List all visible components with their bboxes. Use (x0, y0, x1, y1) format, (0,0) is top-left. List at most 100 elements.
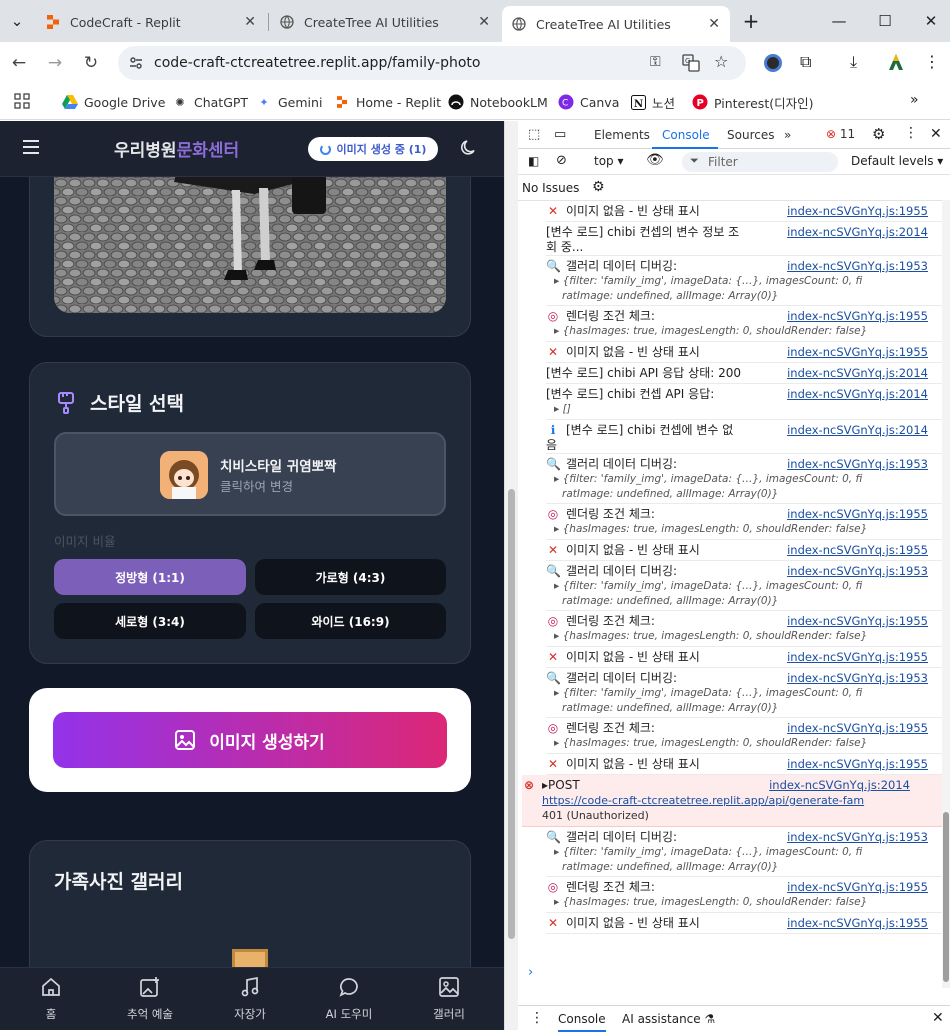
profile-icon[interactable] (886, 52, 906, 75)
drawer-menu-icon[interactable]: ⋮ (530, 1010, 544, 1026)
console-prompt-icon[interactable]: › (528, 965, 533, 980)
browser-tab-3-active[interactable]: CreateTree AI Utilities ✕ (502, 6, 730, 42)
log-source-link[interactable]: index-ncSVGnYq.js:1955 (787, 543, 928, 558)
console-log-row[interactable]: ✕ 이미지 없음 - 빈 상태 표시 index-ncSVGnYq.js:1955 (546, 913, 942, 934)
dark-mode-moon-icon[interactable] (460, 139, 478, 160)
menu-kebab-icon[interactable]: ⋮ (924, 52, 940, 71)
generate-image-button[interactable]: 이미지 생성하기 (53, 712, 447, 768)
more-tabs-icon[interactable]: » (784, 128, 791, 142)
close-tab-icon[interactable]: ✕ (244, 14, 256, 30)
reload-button[interactable]: ↻ (78, 50, 104, 76)
bookmark-pinterest[interactable]: P Pinterest(디자인) (692, 92, 813, 112)
translate-icon[interactable]: G (682, 54, 700, 75)
console-log-row[interactable]: [변수 로드] chibi API 응답 상태: 200 index-ncSVGn… (546, 363, 942, 384)
ratio-landscape-button[interactable]: 가로형 (4:3) (255, 559, 446, 595)
bookmark-google-drive[interactable]: Google Drive (62, 92, 165, 112)
ratio-wide-button[interactable]: 와이드 (16:9) (255, 603, 446, 639)
error-counter[interactable]: ⊗ 11 (826, 127, 855, 141)
clear-console-icon[interactable]: ⊘ (556, 153, 567, 168)
bookmark-replit[interactable]: Home - Replit (334, 92, 441, 112)
inspect-element-icon[interactable]: ⬚ (528, 127, 540, 142)
context-selector[interactable]: top ▾ (594, 154, 624, 168)
style-selector-button[interactable]: 치비스타일 귀염뽀짝 클릭하여 변경 (54, 432, 446, 516)
log-detail[interactable]: https://code-craft-ctcreatetree.replit.a… (542, 793, 864, 808)
log-source-link[interactable]: index-ncSVGnYq.js:1955 (787, 204, 928, 219)
bookmark-chatgpt[interactable]: ✺ ChatGPT (172, 92, 248, 112)
generation-status-badge[interactable]: 이미지 생성 중 (1) (308, 137, 438, 161)
tab-sources[interactable]: Sources (727, 128, 774, 142)
tab-elements[interactable]: Elements (594, 128, 650, 142)
console-log-row[interactable]: 🔍 갤러리 데이터 디버깅: index-ncSVGnYq.js:1953 ▸ {fi… (546, 454, 942, 504)
log-source-link[interactable]: index-ncSVGnYq.js:1955 (787, 614, 928, 629)
console-log-row[interactable]: ◎ 렌더링 조건 체크: index-ncSVGnYq.js:1955 ▸ {hasI… (546, 877, 942, 913)
log-detail[interactable]: ▸ {filter: 'family_img', imageData: {…},… (554, 579, 862, 594)
extensions-puzzle-icon[interactable]: ⧉ (800, 52, 811, 72)
nav-memory-art[interactable]: 추억 예술 (105, 976, 195, 1022)
console-scrollbar[interactable] (942, 200, 950, 988)
log-detail[interactable]: ▸ {filter: 'family_img', imageData: {…},… (554, 472, 862, 487)
log-source-link[interactable]: index-ncSVGnYq.js:1955 (787, 309, 928, 324)
log-detail[interactable]: ▸ {filter: 'family_img', imageData: {…},… (554, 274, 862, 289)
log-detail[interactable]: ▸ {hasImages: true, imagesLength: 0, sho… (554, 895, 867, 910)
console-log-row[interactable]: ✕ 이미지 없음 - 빈 상태 표시 index-ncSVGnYq.js:1955 (546, 342, 942, 363)
log-levels-dropdown[interactable]: Default levels ▾ (851, 154, 943, 168)
back-button[interactable]: ← (6, 50, 32, 76)
page-scrollbar[interactable] (504, 121, 518, 1030)
log-detail[interactable]: ▸ {hasImages: true, imagesLength: 0, sho… (554, 522, 867, 537)
nav-gallery[interactable]: 갤러리 (404, 976, 494, 1022)
close-drawer-icon[interactable]: ✕ (932, 1010, 944, 1026)
bookmark-canva[interactable]: C Canva (558, 92, 619, 112)
close-tab-icon[interactable]: ✕ (478, 14, 490, 30)
console-log-row[interactable]: ✕ 이미지 없음 - 빈 상태 표시 index-ncSVGnYq.js:1955 (546, 647, 942, 668)
ratio-portrait-button[interactable]: 세로형 (3:4) (54, 603, 246, 639)
console-log-row[interactable]: 🔍 갤러리 데이터 디버깅: index-ncSVGnYq.js:1953 ▸ {fi… (546, 561, 942, 611)
new-tab-button[interactable]: + (736, 8, 766, 34)
nav-home[interactable]: 홈 (6, 976, 96, 1022)
console-log-row[interactable]: 🔍 갤러리 데이터 디버깅: index-ncSVGnYq.js:1953 ▸ {fi… (546, 256, 942, 306)
log-source-link[interactable]: index-ncSVGnYq.js:1953 (787, 259, 928, 274)
log-detail[interactable]: ▸ [] (554, 402, 571, 417)
console-error-row[interactable]: ⊗ ▸POST index-ncSVGnYq.js:2014 https://code… (522, 775, 942, 827)
bookmark-notion[interactable]: N 노션 (630, 92, 675, 112)
drawer-tab-ai-assistance[interactable]: AI assistance ⚗ (622, 1012, 715, 1026)
minimize-button[interactable]: — (824, 8, 854, 34)
maximize-button[interactable]: ☐ (870, 8, 900, 34)
address-bar[interactable]: code-craft-ctcreatetree.replit.app/famil… (118, 46, 746, 80)
console-log-row[interactable]: 🔍 갤러리 데이터 디버깅: index-ncSVGnYq.js:1953 ▸ {fi… (546, 827, 942, 877)
device-toolbar-icon[interactable]: ▭ (554, 127, 566, 142)
eye-icon[interactable]: 👁 (646, 152, 664, 168)
download-icon[interactable]: ⤓ (850, 52, 857, 72)
log-detail[interactable]: ▸ {filter: 'family_img', imageData: {…},… (554, 686, 862, 701)
log-source-link[interactable]: index-ncSVGnYq.js:2014 (769, 778, 910, 793)
bookmark-notebooklm[interactable]: NotebookLM (448, 92, 548, 112)
log-detail[interactable]: ▸ {hasImages: true, imagesLength: 0, sho… (554, 736, 867, 751)
console-scrollbar-thumb[interactable] (943, 812, 949, 982)
bookmark-star-icon[interactable]: ☆ (714, 52, 728, 71)
console-log-row[interactable]: ✕ 이미지 없음 - 빈 상태 표시 index-ncSVGnYq.js:1955 (546, 201, 942, 222)
log-source-link[interactable]: index-ncSVGnYq.js:1955 (787, 650, 928, 665)
log-source-link[interactable]: index-ncSVGnYq.js:2014 (787, 387, 928, 402)
browser-tab-1[interactable]: CodeCraft - Replit ✕ (36, 6, 266, 38)
log-source-link[interactable]: index-ncSVGnYq.js:1955 (787, 757, 928, 772)
log-detail[interactable]: ▸ {filter: 'family_img', imageData: {…},… (554, 845, 862, 860)
bookmark-gemini[interactable]: ✦ Gemini (256, 92, 322, 112)
log-source-link[interactable]: index-ncSVGnYq.js:1955 (787, 721, 928, 736)
forward-button[interactable]: → (42, 50, 68, 76)
close-tab-icon[interactable]: ✕ (708, 16, 720, 32)
log-source-link[interactable]: index-ncSVGnYq.js:1953 (787, 830, 928, 845)
extension-icon[interactable] (764, 54, 782, 72)
nav-ai-helper[interactable]: AI 도우미 (304, 976, 394, 1022)
apps-grid-icon[interactable] (14, 93, 30, 112)
hamburger-menu-icon[interactable] (22, 139, 40, 158)
console-log-row[interactable]: ✕ 이미지 없음 - 빈 상태 표시 index-ncSVGnYq.js:1955 (546, 540, 942, 561)
ratio-square-button[interactable]: 정방형 (1:1) (54, 559, 246, 595)
console-log-row[interactable]: ℹ [변수 로드] chibi 컨셉에 변수 없 음 index-ncSVGnYq.j… (546, 420, 942, 454)
key-icon[interactable]: ⚿ (650, 54, 661, 70)
more-bookmarks-icon[interactable]: » (910, 92, 919, 108)
browser-tab-2[interactable]: CreateTree AI Utilities ✕ (270, 6, 500, 38)
log-source-link[interactable]: index-ncSVGnYq.js:2014 (787, 423, 928, 438)
console-log-row[interactable]: [변수 로드] chibi 컨셉의 변수 정보 조회 중... index-ncS… (546, 222, 942, 256)
filter-input[interactable]: ⏷ Filter (682, 152, 838, 172)
console-log-row[interactable]: ✕ 이미지 없음 - 빈 상태 표시 index-ncSVGnYq.js:1955 (546, 754, 942, 775)
devtools-menu-icon[interactable]: ⋮ (904, 125, 918, 141)
